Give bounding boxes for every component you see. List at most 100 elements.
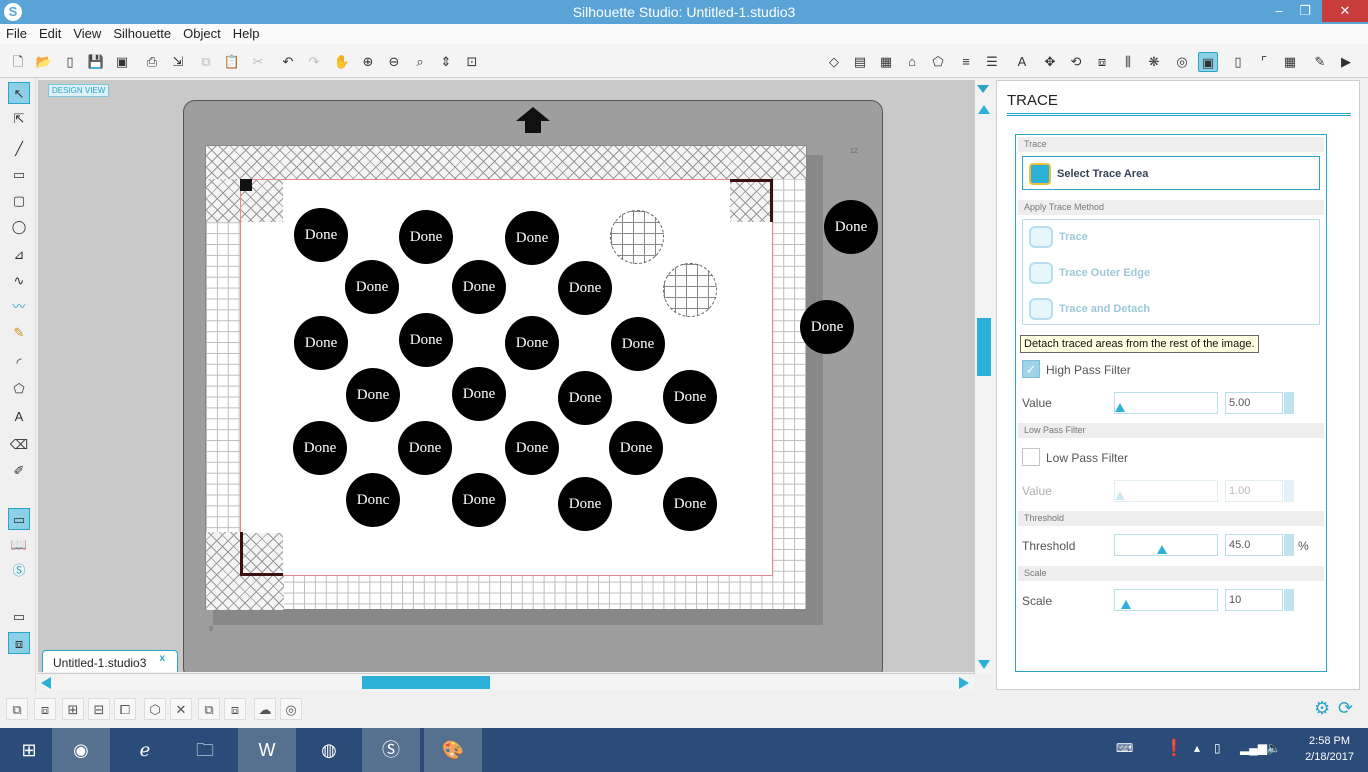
scroll-right-icon[interactable] bbox=[959, 677, 969, 689]
document-tab[interactable]: Untitled-1.studio3 x bbox=[42, 650, 178, 672]
done-circle-shape[interactable]: Done bbox=[663, 370, 717, 424]
undo-icon[interactable]: ↶ bbox=[278, 52, 298, 72]
slider-knob[interactable] bbox=[1115, 403, 1125, 412]
curve-tool-icon[interactable]: ∿ bbox=[8, 270, 30, 292]
copy-icon[interactable]: ⧉ bbox=[196, 52, 216, 72]
eraser-tool-icon[interactable]: ⌫ bbox=[8, 434, 30, 456]
select-tool-icon[interactable]: ↖ bbox=[8, 82, 30, 104]
low-pass-value-field[interactable]: 1.00 bbox=[1225, 480, 1283, 502]
transform-icon[interactable]: ✥ bbox=[1040, 52, 1060, 72]
zoom-selection-icon[interactable]: ⌕ bbox=[410, 52, 430, 72]
line-thickness-icon[interactable]: ≡ bbox=[956, 52, 976, 72]
print-icon[interactable]: ⎙ bbox=[142, 52, 162, 72]
done-circle-shape[interactable]: Done bbox=[558, 371, 612, 425]
drag-zoom-icon[interactable]: ⇕ bbox=[436, 52, 456, 72]
ungroup-icon[interactable]: ⧈ bbox=[34, 698, 56, 720]
library-view-icon[interactable]: 📖 bbox=[8, 534, 30, 556]
menu-help[interactable]: Help bbox=[227, 24, 266, 44]
menu-file[interactable]: File bbox=[0, 24, 33, 44]
collapse-panel-icon[interactable] bbox=[977, 85, 989, 93]
fill-pattern-icon[interactable]: ▦ bbox=[876, 52, 896, 72]
trace-button[interactable]: Trace bbox=[1025, 222, 1317, 252]
knife-tool-icon[interactable]: ✐ bbox=[8, 460, 30, 482]
done-circle-shape[interactable]: Done bbox=[452, 260, 506, 314]
done-circle-shape[interactable]: Done bbox=[346, 368, 400, 422]
design-view-icon[interactable]: ▭ bbox=[8, 508, 30, 530]
done-circle-shape[interactable]: Done bbox=[663, 477, 717, 531]
bring-to-front-icon[interactable]: ⧠ bbox=[114, 698, 136, 720]
menu-view[interactable]: View bbox=[67, 24, 107, 44]
file-explorer-icon[interactable]: 🗀 bbox=[176, 728, 234, 772]
threshold-value-field[interactable]: 45.0 bbox=[1225, 534, 1283, 556]
text-tool-icon[interactable]: A bbox=[8, 406, 30, 428]
redo-icon[interactable]: ↷ bbox=[304, 52, 324, 72]
align-icon[interactable]: ⫼ bbox=[1118, 52, 1138, 72]
done-circle-shape[interactable]: Done bbox=[505, 211, 559, 265]
done-circle-shape[interactable]: Done bbox=[609, 421, 663, 475]
split-window-icon[interactable]: ⧈ bbox=[8, 632, 30, 654]
done-circle-shape[interactable]: Done bbox=[824, 200, 878, 254]
done-circle-shape[interactable]: Done bbox=[611, 317, 665, 371]
slider-knob[interactable] bbox=[1121, 600, 1131, 609]
save-icon[interactable]: 💾 bbox=[86, 52, 106, 72]
slider-knob[interactable] bbox=[1115, 491, 1125, 500]
design-canvas[interactable]: DESIGN VIEW 12 9 Done Done Done Done Done Don… bbox=[38, 80, 974, 672]
text-lines-icon[interactable]: ☰ bbox=[982, 52, 1002, 72]
slider-knob[interactable] bbox=[1157, 545, 1167, 554]
done-circle-shape[interactable]: Done bbox=[345, 260, 399, 314]
restore-button[interactable]: ❐ bbox=[1288, 0, 1322, 22]
scale-slider[interactable] bbox=[1114, 589, 1218, 611]
line-tool-icon[interactable]: ╱ bbox=[8, 138, 30, 160]
make-compound-path-icon[interactable]: ⊞ bbox=[62, 698, 84, 720]
high-pass-slider[interactable] bbox=[1114, 392, 1218, 414]
release-compound-path-icon[interactable]: ⊟ bbox=[88, 698, 110, 720]
network-icon[interactable]: ▂▄▆ bbox=[1240, 741, 1267, 755]
fill-color-icon[interactable]: ◇ bbox=[824, 52, 844, 72]
show-hidden-icons-icon[interactable]: ▴ bbox=[1194, 741, 1200, 755]
rounded-rectangle-tool-icon[interactable]: ▢ bbox=[8, 190, 30, 212]
done-circle-shape[interactable]: Done bbox=[399, 313, 453, 367]
horizontal-scroll-thumb[interactable] bbox=[362, 676, 490, 689]
done-circle-shape[interactable]: Done bbox=[294, 316, 348, 370]
done-circle-shape[interactable]: Donc bbox=[346, 473, 400, 527]
trace-icon[interactable]: ▣ bbox=[1198, 52, 1218, 72]
high-pass-value-field[interactable]: 5.00 bbox=[1225, 392, 1283, 414]
scale-icon[interactable]: ⧈ bbox=[1092, 52, 1112, 72]
save-library-icon[interactable]: ▣ bbox=[112, 52, 132, 72]
group-icon[interactable]: ⧉ bbox=[6, 698, 28, 720]
menu-silhouette[interactable]: Silhouette bbox=[107, 24, 177, 44]
page-setup-icon[interactable]: ▯ bbox=[1228, 52, 1248, 72]
replicate-icon[interactable]: ❋ bbox=[1144, 52, 1164, 72]
horizontal-scrollbar[interactable] bbox=[38, 673, 974, 690]
firefox-icon[interactable]: ◍ bbox=[300, 728, 358, 772]
cut-settings-icon[interactable]: ✎ bbox=[1310, 52, 1330, 72]
duplicate-icon[interactable]: ⧉ bbox=[198, 698, 220, 720]
edit-points-icon[interactable]: ⇱ bbox=[8, 108, 30, 130]
mirror-icon[interactable]: ⧈ bbox=[224, 698, 246, 720]
text-style-icon[interactable]: A bbox=[1012, 52, 1032, 72]
traced-empty-circle-shape[interactable] bbox=[610, 210, 664, 264]
menu-edit[interactable]: Edit bbox=[33, 24, 67, 44]
threshold-spinner-icon[interactable] bbox=[1284, 534, 1294, 556]
refresh-icon[interactable]: ⟳ bbox=[1338, 698, 1353, 719]
low-pass-checkbox[interactable] bbox=[1022, 448, 1040, 466]
zoom-in-icon[interactable]: ⊕ bbox=[358, 52, 378, 72]
pan-hand-icon[interactable]: ✋ bbox=[332, 52, 352, 72]
windows-start-icon[interactable]: ⊞ bbox=[0, 728, 58, 772]
modify-icon[interactable]: ☁ bbox=[254, 698, 276, 720]
high-pass-checkbox[interactable]: ✓ bbox=[1022, 360, 1040, 378]
open-folder-icon[interactable]: 📂 bbox=[34, 52, 54, 72]
chrome-icon[interactable]: ◉ bbox=[52, 728, 110, 772]
offset-icon[interactable]: ◎ bbox=[1172, 52, 1192, 72]
word-icon[interactable]: W bbox=[238, 728, 296, 772]
scroll-down-icon[interactable] bbox=[978, 660, 990, 669]
silhouette-studio-taskbar-icon[interactable]: Ⓢ bbox=[362, 728, 420, 772]
low-pass-slider[interactable] bbox=[1114, 480, 1218, 502]
fill-gradient-icon[interactable]: ▤ bbox=[850, 52, 870, 72]
paste-icon[interactable]: 📋 bbox=[222, 52, 242, 72]
battery-icon[interactable]: ▯ bbox=[1214, 741, 1221, 755]
threshold-slider[interactable] bbox=[1114, 534, 1218, 556]
settings-gear-icon[interactable]: ⚙ bbox=[1314, 698, 1330, 719]
notification-badge-icon[interactable]: ❗ bbox=[1164, 738, 1184, 758]
done-circle-shape[interactable]: Done bbox=[398, 421, 452, 475]
